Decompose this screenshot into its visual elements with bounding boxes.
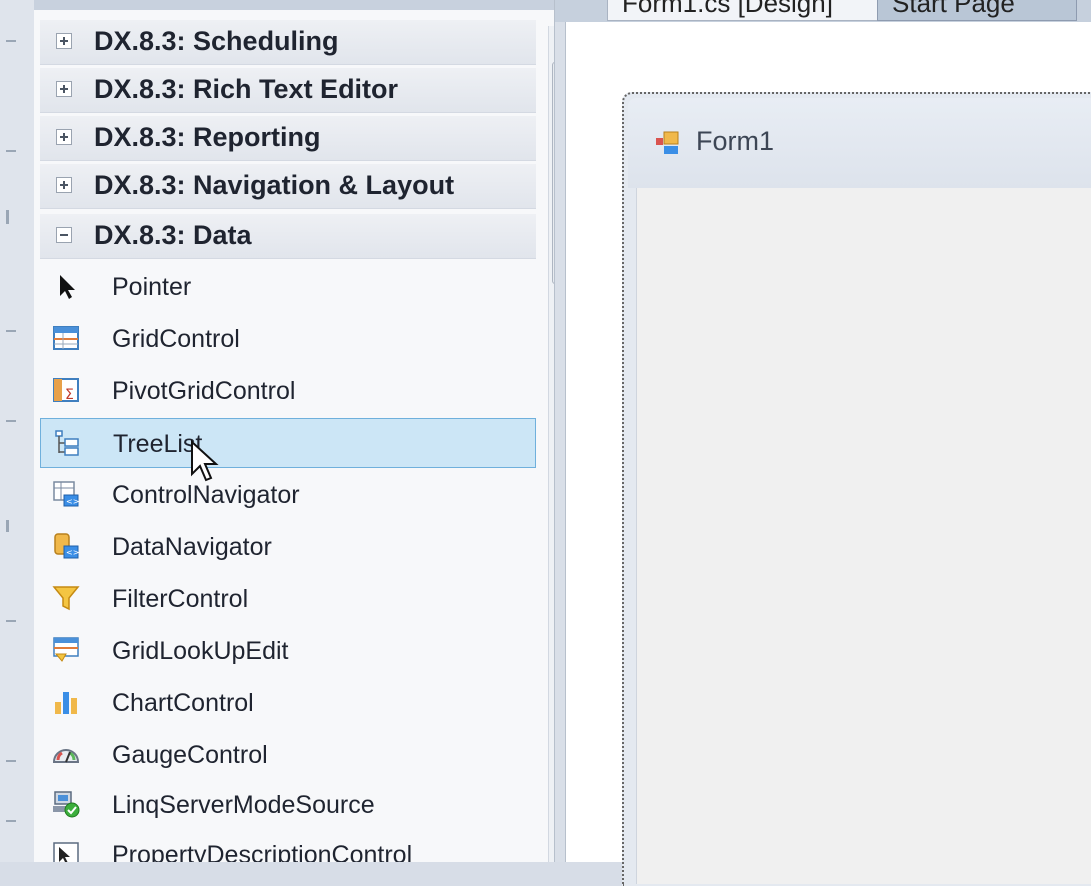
linq-server-icon — [53, 791, 80, 818]
toolbox-category-rich-text-editor[interactable]: DX.8.3: Rich Text Editor — [40, 68, 536, 113]
item-label: PivotGridControl — [112, 377, 296, 405]
expand-plus-icon[interactable] — [56, 177, 72, 193]
category-label: DX.8.3: Scheduling — [94, 26, 339, 56]
toolbox-item-gridcontrol[interactable]: GridControl — [40, 316, 536, 360]
control-navigator-icon: <> — [53, 481, 79, 507]
strip-mark — [6, 330, 16, 332]
item-label: GridLookUpEdit — [112, 637, 289, 665]
toolbox-item-gaugecontrol[interactable]: GaugeControl — [40, 732, 536, 776]
svg-text:<>: <> — [66, 548, 79, 557]
gauge-icon — [52, 749, 80, 763]
toolbox-panel: DX.8.3: Scheduling DX.8.3: Rich Text Edi… — [34, 0, 555, 862]
form-titlebar[interactable]: Form1 — [628, 98, 1091, 188]
strip-mark — [6, 760, 16, 762]
toolbox-item-pivotgridcontrol[interactable]: Σ PivotGridControl — [40, 368, 536, 412]
category-label: DX.8.3: Navigation & Layout — [94, 170, 455, 200]
form-title: Form1 — [696, 126, 775, 156]
pointer-icon — [60, 275, 75, 299]
strip-mark — [6, 520, 9, 532]
strip-mark — [6, 420, 16, 422]
mouse-cursor-icon — [191, 440, 219, 482]
item-label: FilterControl — [112, 585, 249, 613]
strip-mark — [6, 40, 16, 42]
item-label: PropertyDescriptionControl — [112, 841, 413, 862]
strip-mark — [6, 150, 16, 152]
toolbox-item-linqservermodesource[interactable]: LinqServerModeSource — [40, 782, 536, 826]
toolbox-item-propertydescriptioncontrol[interactable]: PropertyDescriptionControl — [40, 832, 536, 862]
left-side-strip — [0, 0, 35, 862]
toolbox-item-treelist[interactable]: TreeList — [40, 418, 536, 468]
toolbox-category-reporting[interactable]: DX.8.3: Reporting — [40, 116, 536, 161]
designer-area: Form1.cs [Design] Start Page Form1 — [555, 0, 1091, 886]
item-label: LinqServerModeSource — [112, 791, 375, 819]
property-description-icon — [53, 842, 79, 862]
chart-icon — [55, 692, 77, 714]
toolbox-top-edge — [34, 0, 554, 10]
toolbox-scrollbar[interactable] — [548, 26, 554, 862]
item-label: Pointer — [112, 273, 192, 301]
strip-mark — [6, 210, 9, 224]
category-label: DX.8.3: Reporting — [94, 122, 321, 152]
item-label: TreeList — [113, 430, 203, 458]
pivot-grid-icon: Σ — [53, 378, 79, 403]
strip-mark — [6, 820, 16, 822]
expand-plus-icon[interactable] — [56, 33, 72, 49]
category-label: DX.8.3: Data — [94, 220, 252, 250]
tab-start-page[interactable]: Start Page — [877, 0, 1077, 21]
toolbox-item-filtercontrol[interactable]: FilterControl — [40, 576, 536, 620]
toolbox-category-navigation-layout[interactable]: DX.8.3: Navigation & Layout — [40, 164, 536, 209]
item-label: GaugeControl — [112, 741, 268, 769]
data-navigator-icon: <> — [54, 533, 79, 559]
item-label: DataNavigator — [112, 533, 272, 561]
toolbox-item-pointer[interactable]: Pointer — [40, 264, 536, 308]
svg-text:Σ: Σ — [65, 387, 74, 403]
strip-mark — [6, 620, 16, 622]
item-label: ControlNavigator — [112, 481, 300, 509]
document-tab-bar: Form1.cs [Design] Start Page — [555, 0, 1091, 22]
toolbox-item-chartcontrol[interactable]: ChartControl — [40, 680, 536, 724]
toolbox-item-gridlookupedit[interactable]: GridLookUpEdit — [40, 628, 536, 672]
form-client-area[interactable] — [636, 188, 1091, 884]
expand-plus-icon[interactable] — [56, 129, 72, 145]
grid-icon — [53, 326, 79, 350]
tree-list-icon — [55, 430, 79, 456]
item-label: GridControl — [112, 325, 240, 353]
filter-icon — [52, 586, 80, 611]
category-label: DX.8.3: Rich Text Editor — [94, 74, 399, 104]
item-label: ChartControl — [112, 689, 254, 717]
toolbox-category-scheduling[interactable]: DX.8.3: Scheduling — [40, 20, 536, 65]
form-window-icon — [656, 131, 679, 154]
toolbox-category-data[interactable]: DX.8.3: Data — [40, 214, 536, 259]
toolbox-item-datanavigator[interactable]: <> DataNavigator — [40, 524, 536, 568]
collapse-minus-icon[interactable] — [56, 227, 72, 243]
svg-text:<>: <> — [66, 497, 79, 506]
expand-plus-icon[interactable] — [56, 81, 72, 97]
tab-form1-design[interactable]: Form1.cs [Design] — [607, 0, 897, 21]
grid-lookup-icon — [53, 637, 79, 662]
design-surface[interactable]: Form1 — [565, 22, 1091, 886]
toolbox-item-controlnavigator[interactable]: <> ControlNavigator — [40, 472, 536, 516]
